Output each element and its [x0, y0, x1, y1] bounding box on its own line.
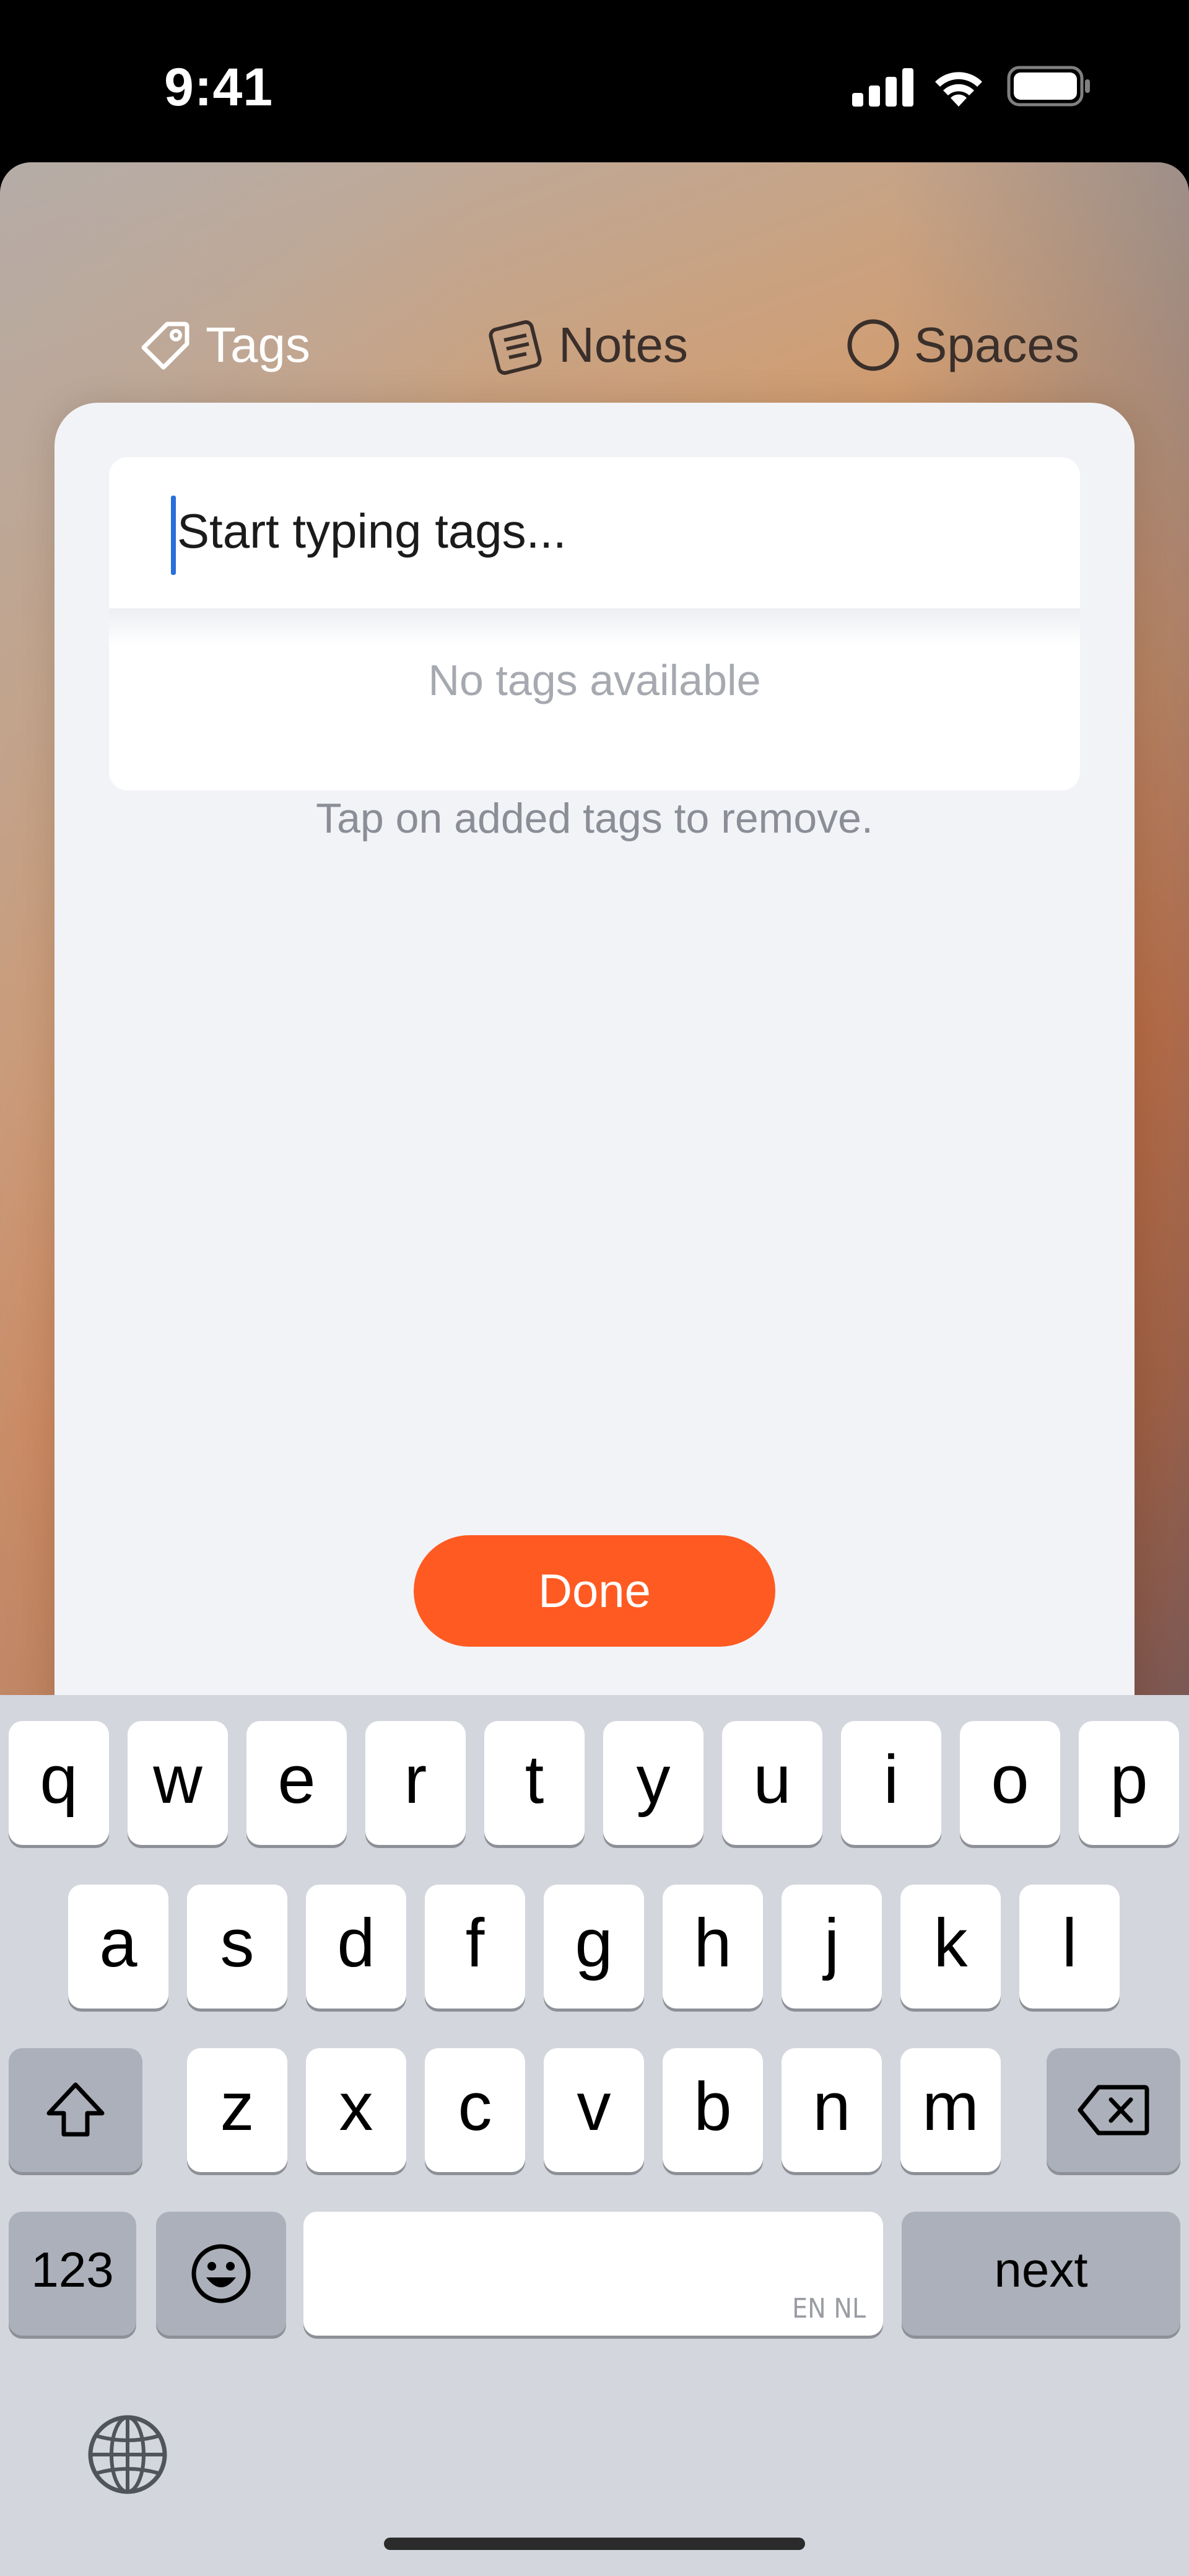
next-key[interactable]: next — [902, 2212, 1180, 2336]
space-key[interactable]: EN NL — [303, 2212, 883, 2336]
key-label: n — [812, 2068, 851, 2145]
key-label: r — [404, 1741, 427, 1818]
tab-tags-label: Tags — [206, 317, 310, 372]
key-label: u — [753, 1741, 791, 1818]
key[interactable]: u — [722, 1721, 822, 1845]
key-label: c — [458, 2068, 492, 2145]
key[interactable]: z — [187, 2048, 287, 2172]
key[interactable]: e — [246, 1721, 347, 1845]
delete-backspace-icon — [1078, 2085, 1149, 2136]
circle-icon — [847, 319, 899, 371]
shift-key[interactable] — [9, 2048, 142, 2172]
empty-tags-message: No tags available — [428, 656, 761, 704]
key-label: next — [994, 2242, 1088, 2297]
key[interactable]: h — [663, 1885, 763, 2009]
key-label: e — [277, 1741, 316, 1818]
tab-notes[interactable]: Notes — [483, 299, 688, 392]
key-label: l — [1061, 1904, 1078, 1981]
key[interactable]: r — [365, 1721, 466, 1845]
key-label: i — [883, 1741, 899, 1818]
key-label: o — [991, 1741, 1029, 1818]
key-label: j — [824, 1904, 840, 1981]
key[interactable]: w — [128, 1721, 228, 1845]
key[interactable]: n — [782, 2048, 882, 2172]
key-label: 123 — [31, 2242, 114, 2297]
key-label: p — [1110, 1741, 1148, 1818]
key[interactable]: i — [841, 1721, 941, 1845]
key-label: m — [922, 2068, 979, 2145]
home-indicator[interactable] — [384, 2538, 805, 2550]
key-label: a — [99, 1904, 137, 1981]
key[interactable]: y — [603, 1721, 703, 1845]
key[interactable]: x — [306, 2048, 406, 2172]
key-label: d — [337, 1904, 375, 1981]
notes-icon — [489, 320, 542, 375]
top-navigation: Tags Notes Spaces — [0, 299, 1189, 392]
delete-key[interactable] — [1047, 2048, 1180, 2172]
key[interactable]: c — [425, 2048, 525, 2172]
divider — [109, 608, 1080, 646]
key-label: z — [220, 2068, 255, 2145]
key-label: g — [575, 1904, 613, 1981]
wifi-icon — [935, 72, 982, 107]
key[interactable]: v — [544, 2048, 644, 2172]
key-label: v — [577, 2068, 611, 2145]
key[interactable]: m — [900, 2048, 1001, 2172]
numbers-key[interactable]: 123 — [9, 2212, 136, 2336]
emoji-icon — [191, 2244, 251, 2303]
key-label: h — [694, 1904, 732, 1981]
key-label: b — [694, 2068, 732, 2145]
tab-spaces[interactable]: Spaces — [843, 299, 1079, 392]
key[interactable]: p — [1079, 1721, 1179, 1845]
tab-tags[interactable]: Tags — [135, 299, 310, 392]
key[interactable]: t — [484, 1721, 585, 1845]
key-label: q — [40, 1741, 78, 1818]
key[interactable]: b — [663, 2048, 763, 2172]
done-button[interactable]: Done — [414, 1535, 775, 1647]
tag-input-card: Start typing tags... No tags available — [109, 457, 1080, 791]
battery-icon — [1007, 66, 1090, 107]
tag-icon — [141, 322, 189, 370]
tab-spaces-label: Spaces — [914, 317, 1079, 372]
remove-tags-hint: Tap on added tags to remove. — [316, 795, 873, 842]
keyboard: q w e r t y u i o p a s d f g h j k l z … — [0, 1695, 1189, 2576]
globe-icon[interactable] — [85, 2412, 170, 2497]
keyboard-language-label: EN NL — [792, 2293, 866, 2324]
emoji-key[interactable] — [156, 2212, 286, 2336]
key[interactable]: q — [9, 1721, 109, 1845]
key[interactable]: l — [1019, 1885, 1120, 2009]
status-bar: 9:41 — [0, 0, 1189, 162]
key[interactable]: j — [782, 1885, 882, 2009]
key[interactable]: d — [306, 1885, 406, 2009]
key[interactable]: a — [68, 1885, 168, 2009]
shift-icon — [46, 2082, 105, 2137]
status-time: 9:41 — [164, 58, 274, 117]
key[interactable]: o — [960, 1721, 1060, 1845]
key-label: f — [465, 1904, 485, 1981]
cellular-signal-icon — [852, 68, 913, 107]
key[interactable]: g — [544, 1885, 644, 2009]
key-label: w — [153, 1741, 203, 1818]
tag-input[interactable]: Start typing tags... — [109, 457, 1080, 608]
key-label: y — [636, 1741, 671, 1818]
text-caret — [171, 496, 176, 575]
key-label: k — [933, 1904, 968, 1981]
tag-input-placeholder: Start typing tags... — [177, 504, 567, 558]
tab-notes-label: Notes — [559, 317, 688, 372]
key-label: x — [339, 2068, 373, 2145]
key[interactable]: s — [187, 1885, 287, 2009]
key-label: t — [525, 1741, 544, 1818]
key[interactable]: k — [900, 1885, 1001, 2009]
key-label: s — [220, 1904, 255, 1981]
key[interactable]: f — [425, 1885, 525, 2009]
